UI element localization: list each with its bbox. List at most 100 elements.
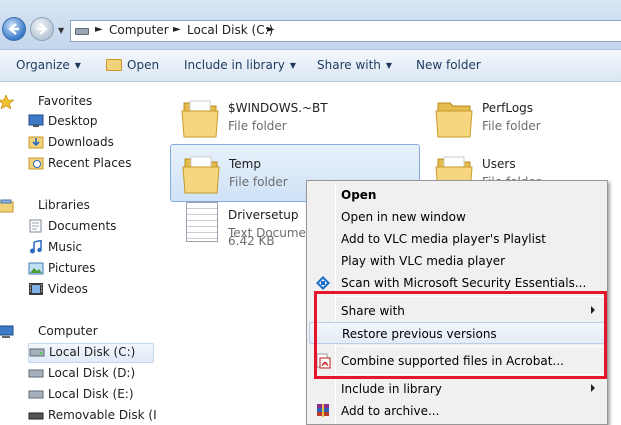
text-document-icon: [186, 202, 218, 242]
chevron-down-icon: ▼: [289, 61, 297, 70]
file-name: Temp: [229, 157, 261, 171]
drive-icon: [75, 28, 89, 35]
folder-icon: [435, 102, 473, 138]
sidebar-item-downloads[interactable]: Downloads: [28, 134, 154, 154]
removable-disk-i-label: Removable Disk (I:): [48, 408, 166, 422]
local-disk-d-label: Local Disk (D:): [48, 366, 136, 380]
recent-places-icon: [28, 157, 44, 170]
file-name: Users: [482, 157, 516, 171]
music-label: Music: [48, 240, 83, 254]
menu-item-label: Scan with Microsoft Security Essentials.…: [341, 276, 587, 290]
include-in-library-label: Include in library: [184, 58, 285, 72]
file-name: $WINDOWS.~BT: [228, 101, 328, 115]
chevron-right-icon[interactable]: ►: [95, 24, 103, 35]
sidebar-item-recent-places[interactable]: Recent Places: [28, 155, 154, 175]
local-disk-e-label: Local Disk (E:): [48, 387, 134, 401]
libraries-label: Libraries: [38, 198, 90, 212]
menu-item-include-in-library[interactable]: Include in library: [309, 378, 605, 400]
menu-item-label: Add to VLC media player's Playlist: [341, 232, 546, 246]
menu-item-add-to-archive[interactable]: Add to archive...: [309, 400, 605, 422]
star-icon: [0, 95, 14, 109]
downloads-label: Downloads: [48, 135, 114, 149]
documents-icon: [29, 219, 42, 233]
file-type: File folder: [229, 175, 288, 189]
videos-label: Videos: [48, 282, 88, 296]
include-in-library-button[interactable]: Include in library ▼: [184, 58, 296, 72]
file-name: Driversetup: [228, 208, 299, 222]
chevron-down-icon: ▼: [385, 61, 393, 70]
breadcrumb-computer[interactable]: Computer: [109, 23, 169, 37]
sidebar-item-local-disk-d[interactable]: Local Disk (D:): [28, 365, 154, 385]
back-button[interactable]: [2, 17, 26, 41]
menu-item-open-in-new-window[interactable]: Open in new window: [309, 206, 605, 228]
downloads-folder-icon: [28, 136, 44, 149]
submenu-arrow-icon: [591, 384, 595, 392]
drive-icon: [29, 348, 45, 357]
open-icon: [106, 59, 122, 71]
recent-places-label: Recent Places: [48, 156, 132, 170]
sidebar-item-documents[interactable]: Documents: [28, 218, 154, 238]
videos-icon: [29, 283, 43, 295]
menu-item-label: Include in library: [341, 382, 442, 396]
open-button[interactable]: Open: [106, 58, 159, 72]
folder-icon: [181, 100, 219, 138]
local-disk-c-label: Local Disk (C:): [49, 345, 136, 359]
arrow-right-icon: [37, 23, 48, 35]
menu-item-label: Play with VLC media player: [341, 254, 506, 268]
sidebar-item-music[interactable]: Music: [28, 239, 154, 259]
folder-icon: [182, 156, 220, 194]
menu-item-open[interactable]: Open: [309, 184, 605, 206]
music-icon: [30, 240, 42, 254]
file-size: 6.42 KB: [228, 234, 275, 248]
winrar-archive-icon: [317, 404, 329, 417]
libraries-icon: [0, 199, 14, 213]
new-folder-button[interactable]: New folder: [416, 58, 481, 72]
menu-item-label: Open in new window: [341, 210, 466, 224]
file-item-driversetup[interactable]: Driversetup Text Documen 6.42 KB: [170, 196, 320, 262]
menu-item-label: Open: [341, 188, 377, 202]
drive-icon: [28, 390, 44, 399]
chevron-down-icon: ▼: [74, 61, 81, 70]
highlight-annotation-box: [314, 291, 607, 379]
share-with-label: Share with: [317, 58, 381, 72]
menu-item-play-with-vlc[interactable]: Play with VLC media player: [309, 250, 605, 272]
removable-drive-icon: [28, 412, 44, 420]
menu-item-label: Add to archive...: [341, 404, 440, 418]
file-item-perflogs[interactable]: PerfLogs File folder: [424, 89, 614, 147]
favorites-label: Favorites: [38, 94, 93, 108]
sidebar-item-local-disk-c[interactable]: Local Disk (C:): [28, 343, 154, 363]
forward-button[interactable]: [30, 17, 54, 41]
sidebar-item-pictures[interactable]: Pictures: [28, 260, 154, 280]
pictures-label: Pictures: [48, 261, 96, 275]
navigation-pane: Favorites Desktop Downloads Recent Place…: [0, 83, 165, 425]
sidebar-item-desktop[interactable]: Desktop: [28, 113, 154, 133]
file-item-windows-bt[interactable]: $WINDOWS.~BT File folder: [170, 89, 420, 147]
share-with-button[interactable]: Share with ▼: [317, 58, 392, 72]
chevron-right-icon[interactable]: ►: [267, 24, 275, 35]
address-bar-area: ▼ ► Computer ► Local Disk (C:) ►: [0, 0, 621, 50]
pictures-icon: [28, 262, 44, 275]
drive-icon: [28, 369, 44, 378]
documents-label: Documents: [48, 219, 117, 233]
nav-group-libraries[interactable]: Libraries: [0, 198, 90, 213]
open-label: Open: [127, 58, 160, 72]
recent-pages-dropdown[interactable]: ▼: [58, 26, 64, 35]
sidebar-item-local-disk-e[interactable]: Local Disk (E:): [28, 386, 154, 406]
arrow-left-icon: [8, 23, 19, 35]
computer-icon: [0, 325, 14, 338]
computer-label: Computer: [38, 324, 98, 338]
file-name: PerfLogs: [482, 101, 534, 115]
file-type: File folder: [228, 119, 287, 133]
sidebar-item-removable-disk-i[interactable]: Removable Disk (I:): [28, 407, 165, 425]
breadcrumb-local-disk[interactable]: Local Disk (C:): [187, 23, 273, 37]
menu-item-add-to-vlc-playlist[interactable]: Add to VLC media player's Playlist: [309, 228, 605, 250]
command-bar: Organize ▼ Open Include in library ▼ Share…: [0, 50, 621, 82]
nav-group-favorites[interactable]: Favorites: [0, 94, 93, 109]
file-type: File folder: [482, 119, 541, 133]
address-field[interactable]: ► Computer ► Local Disk (C:) ►: [70, 20, 621, 42]
chevron-right-icon[interactable]: ►: [173, 24, 181, 35]
organize-button[interactable]: Organize ▼: [16, 58, 81, 72]
nav-group-computer[interactable]: Computer: [0, 324, 98, 338]
sidebar-item-videos[interactable]: Videos: [28, 281, 154, 301]
desktop-label: Desktop: [48, 114, 98, 128]
